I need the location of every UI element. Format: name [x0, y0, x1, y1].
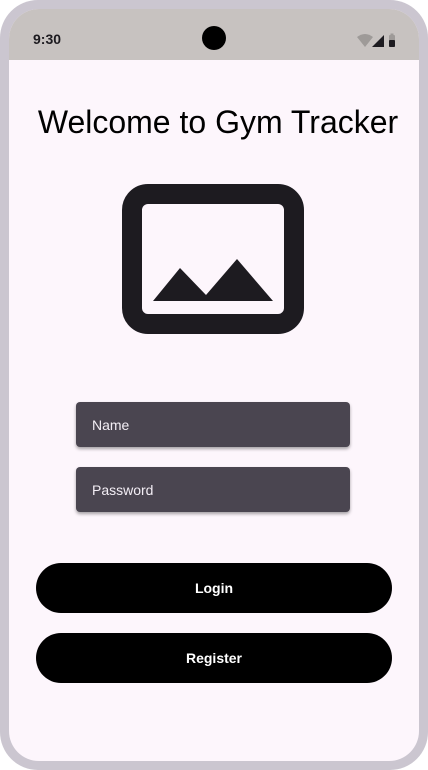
- status-time: 9:30: [33, 31, 62, 47]
- password-field[interactable]: Password: [76, 467, 350, 512]
- cellular-signal-icon: [372, 35, 384, 47]
- login-screen: Welcome to Gym Tracker Name Password Log…: [9, 60, 419, 761]
- wifi-icon: [357, 34, 373, 47]
- device-frame: 9:30 Welcome to Gym Tracker Name Passwor…: [0, 0, 428, 770]
- camera-cutout: [202, 26, 226, 50]
- status-bar: 9:30: [9, 9, 419, 60]
- image-placeholder-icon: [122, 184, 304, 334]
- status-icons: [357, 33, 395, 47]
- screen: 9:30 Welcome to Gym Tracker Name Passwor…: [9, 9, 419, 761]
- page-title: Welcome to Gym Tracker: [37, 104, 399, 140]
- login-button[interactable]: Login: [36, 563, 392, 613]
- register-button[interactable]: Register: [36, 633, 392, 683]
- name-field[interactable]: Name: [76, 402, 350, 447]
- name-field-placeholder: Name: [92, 416, 130, 433]
- password-field-placeholder: Password: [92, 481, 154, 498]
- battery-icon: [389, 33, 395, 47]
